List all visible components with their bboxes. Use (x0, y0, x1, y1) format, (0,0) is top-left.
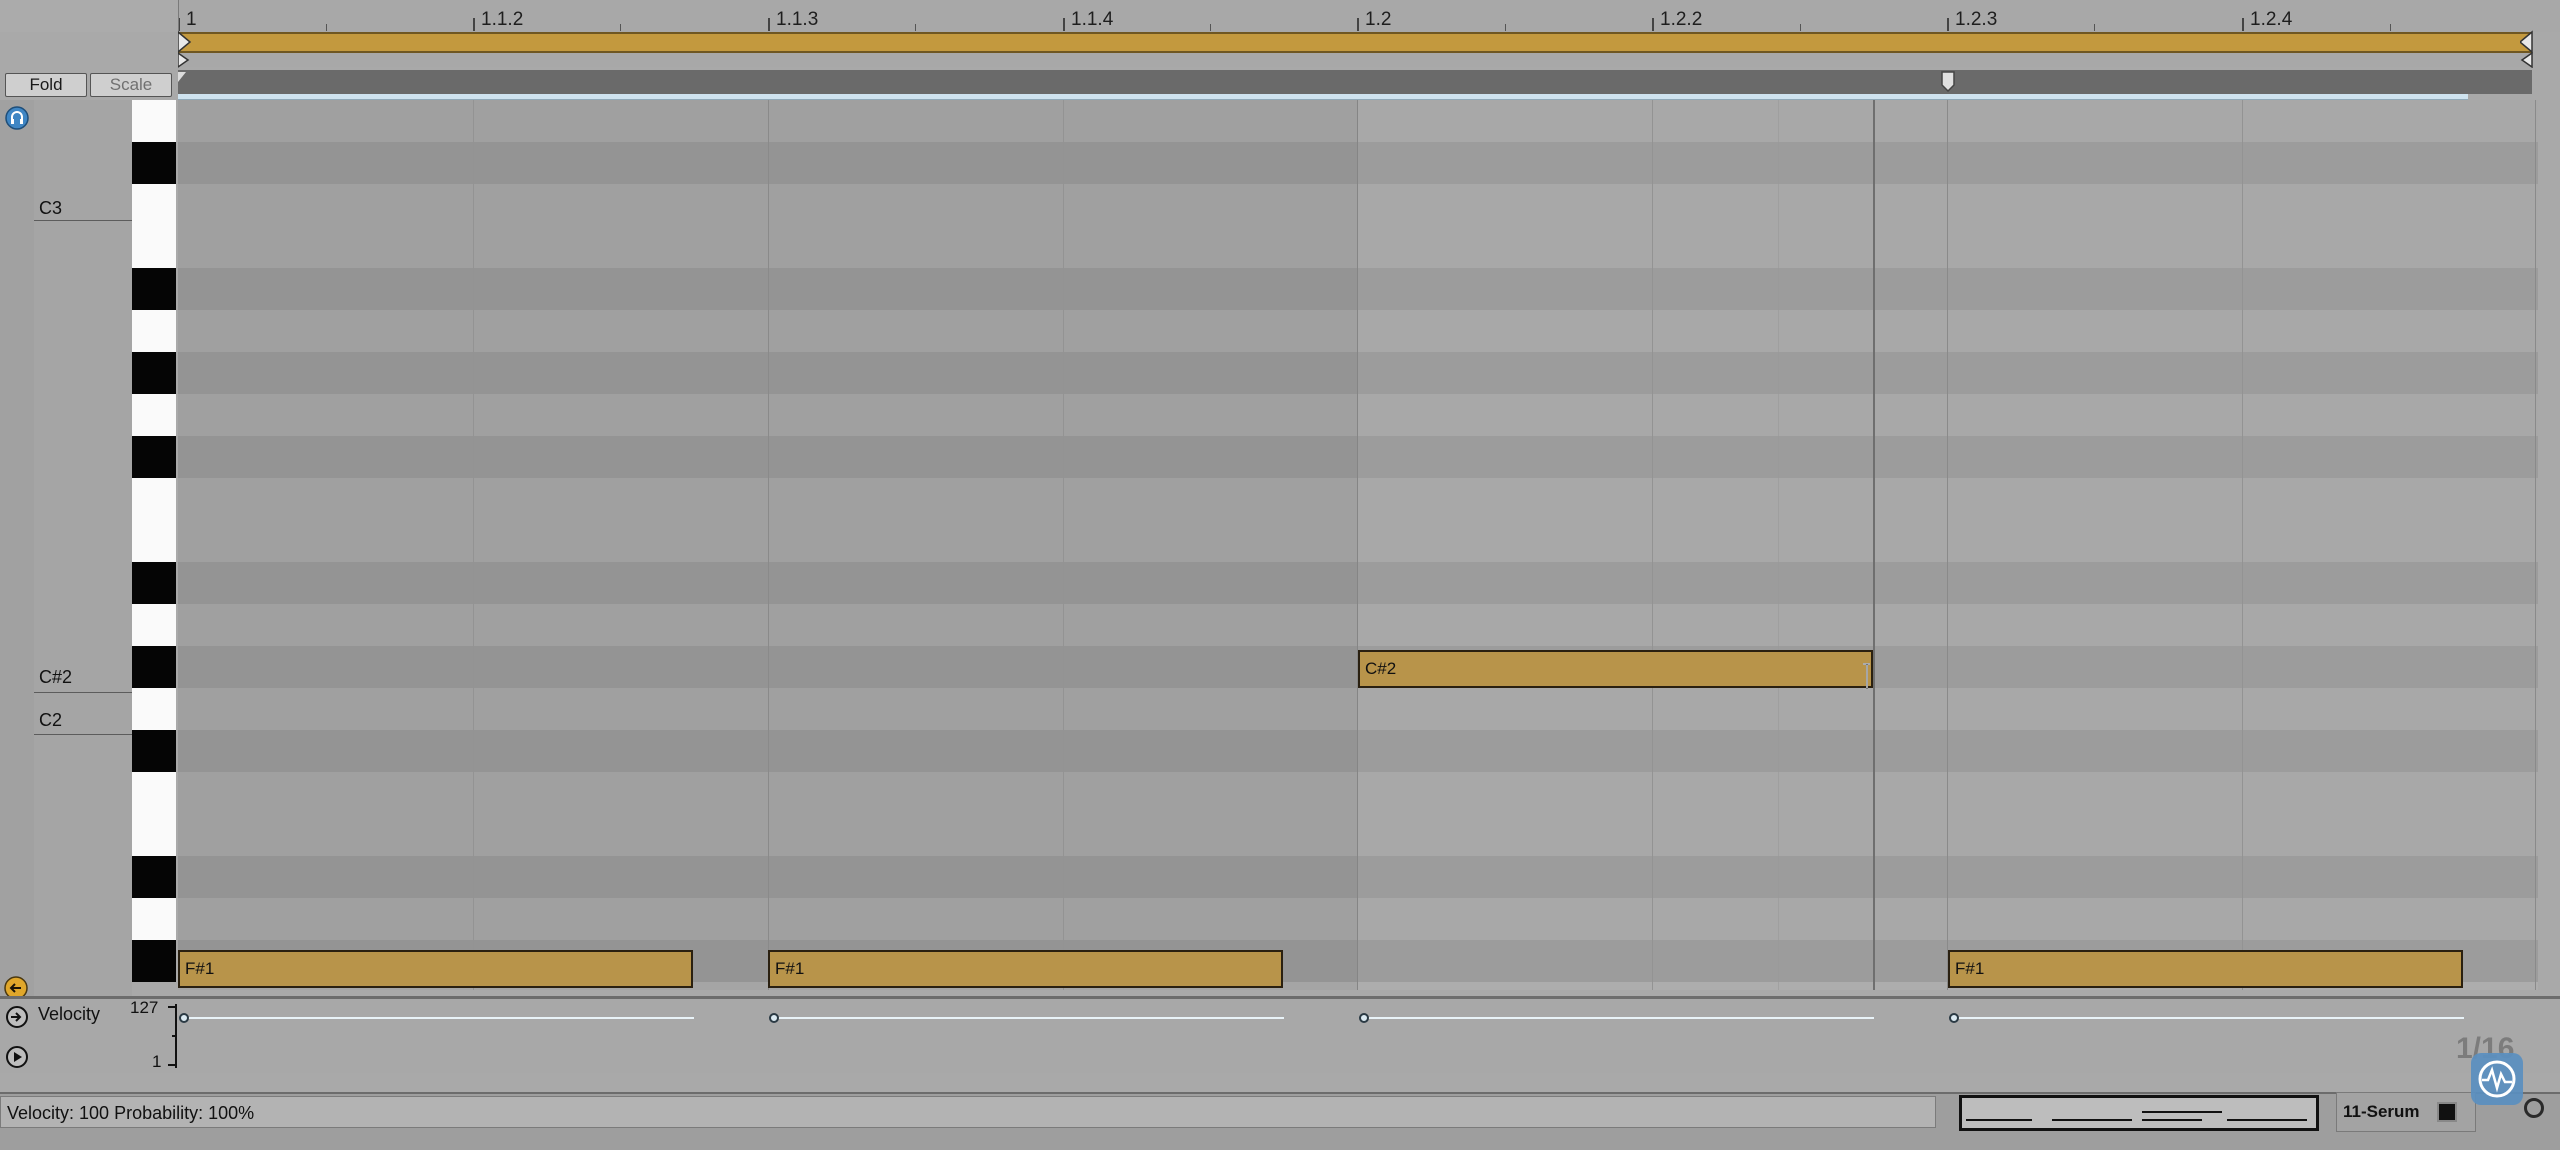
ruler-label: 1.1.3 (776, 9, 819, 30)
piano-key-black[interactable] (132, 436, 176, 478)
clip-start-marker[interactable] (178, 52, 192, 68)
loop-start-marker[interactable] (178, 30, 192, 54)
piano-key-black[interactable] (132, 268, 176, 310)
piano-key-white[interactable] (132, 394, 176, 437)
midi-note[interactable]: F#1 (1948, 950, 2463, 988)
piano-key-white[interactable] (132, 688, 176, 731)
ruler-label: 1.2.4 (2250, 9, 2293, 30)
waveform-app-icon[interactable] (2470, 1052, 2524, 1106)
piano-key-white[interactable] (132, 478, 176, 521)
device-chooser[interactable]: 11-Serum (2336, 1092, 2476, 1132)
marker-lane[interactable] (178, 70, 2532, 94)
velocity-scale (168, 1004, 177, 1068)
device-name: 11-Serum (2343, 1102, 2420, 1121)
key-label-csharp2: C#2 (39, 667, 73, 687)
preview-headphones-icon[interactable] (5, 106, 29, 130)
octave-divider (34, 220, 132, 221)
ruler-label: 1.1.4 (1071, 9, 1114, 30)
scale-button[interactable]: Scale (90, 73, 172, 97)
velocity-handle[interactable] (1359, 1013, 1369, 1023)
velocity-bar (774, 1017, 1284, 1019)
resize-cursor-icon (1863, 663, 1870, 690)
clip-end-marker[interactable] (2520, 52, 2534, 68)
clip-overview-preview (1966, 1111, 2307, 1121)
piano-key-black[interactable] (132, 352, 176, 394)
status-info-text: Velocity: 100 Probability: 100% (0, 1096, 1936, 1128)
octave-divider (34, 692, 132, 693)
note-grid[interactable]: F#1 F#1 C#2 F#1 (178, 100, 2538, 990)
octave-divider (34, 734, 132, 735)
velocity-handle[interactable] (179, 1013, 189, 1023)
velocity-max-label: 127 (130, 998, 159, 1017)
fold-button[interactable]: Fold (5, 73, 87, 97)
ruler-label: 1.1.2 (481, 9, 524, 30)
piano-key-white[interactable] (132, 226, 176, 269)
loop-brace[interactable] (178, 32, 2532, 53)
ruler-corner (0, 0, 179, 32)
clip-overview[interactable] (1959, 1095, 2319, 1131)
ruler-label: 1.2 (1365, 9, 1392, 30)
velocity-handle[interactable] (769, 1013, 779, 1023)
play-icon[interactable] (5, 1045, 29, 1069)
ruler-label: 1 (186, 9, 197, 30)
midi-note[interactable]: C#2 (1358, 650, 1873, 688)
piano-key-white[interactable] (132, 772, 176, 815)
velocity-lane[interactable] (0, 996, 2560, 1073)
piano-key-white[interactable] (132, 100, 176, 143)
piano-key-white[interactable] (132, 184, 176, 227)
midi-note[interactable]: F#1 (768, 950, 1283, 988)
octave-label-c2: C2 (39, 710, 63, 730)
velocity-handle[interactable] (1949, 1013, 1959, 1023)
piano-keyboard[interactable] (132, 100, 178, 996)
timeline-ruler[interactable]: 1 1.1.2 1.1.3 1.1.4 1.2 1.2.2 1.2.3 1.2.… (0, 0, 2560, 32)
loop-end-marker[interactable] (2520, 30, 2534, 54)
piano-key-white[interactable] (132, 520, 176, 563)
start-end-row[interactable] (178, 53, 2532, 67)
ruler-label: 1.2.2 (1660, 9, 1703, 30)
piano-key-black[interactable] (132, 940, 176, 982)
piano-key-black[interactable] (132, 142, 176, 184)
key-labels-column (34, 100, 132, 996)
piano-key-black[interactable] (132, 562, 176, 604)
velocity-bar (1954, 1017, 2464, 1019)
piano-key-black[interactable] (132, 730, 176, 772)
velocity-lane-title: Velocity (38, 1004, 101, 1024)
lane-options-icon[interactable] (5, 1005, 29, 1029)
piano-key-white[interactable] (132, 814, 176, 857)
velocity-bar (184, 1017, 694, 1019)
piano-key-black[interactable] (132, 856, 176, 898)
midi-note[interactable]: F#1 (178, 950, 693, 988)
velocity-min-label: 1 (152, 1052, 162, 1071)
piano-key-white[interactable] (132, 898, 176, 941)
playhead-marker[interactable] (1940, 71, 1956, 93)
device-toggle[interactable] (2437, 1102, 2457, 1122)
left-gutter (0, 100, 35, 1000)
piano-key-white[interactable] (132, 604, 176, 647)
marker-flag[interactable] (178, 72, 188, 88)
octave-label-c3: C3 (39, 198, 63, 218)
ruler-label: 1.2.3 (1955, 9, 1998, 30)
power-icon[interactable] (2524, 1098, 2544, 1118)
velocity-bar (1364, 1017, 1874, 1019)
piano-key-black[interactable] (132, 646, 176, 688)
piano-key-white[interactable] (132, 310, 176, 353)
